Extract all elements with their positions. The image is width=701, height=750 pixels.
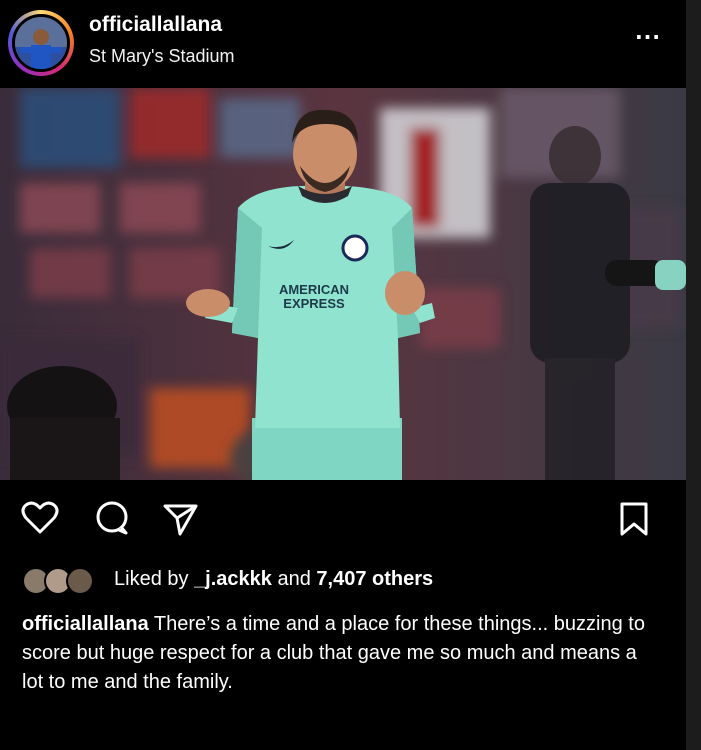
likes-count[interactable]: 7,407 others	[316, 568, 433, 590]
likes-user[interactable]: _j.ackkk	[194, 568, 272, 590]
avatar	[66, 567, 94, 595]
liker-avatars	[22, 566, 104, 596]
likes-middle: and	[271, 568, 317, 590]
share-icon[interactable]	[160, 498, 200, 538]
likes-text: Liked by _j.ackkk and 7,407 others	[114, 568, 433, 591]
post-caption: officiallallana There’s a time and a pla…	[22, 610, 652, 697]
jersey-sponsor-line1: AMERICAN	[279, 282, 349, 297]
comment-icon[interactable]	[92, 498, 132, 538]
jersey-sponsor-line2: EXPRESS	[283, 296, 345, 311]
post-location[interactable]: St Mary's Stadium	[89, 46, 234, 67]
post-actions	[0, 488, 686, 552]
likes-prefix: Liked by	[114, 568, 195, 590]
post-username[interactable]: officiallallana	[89, 13, 222, 37]
caption-username[interactable]: officiallallana	[22, 613, 149, 635]
heart-icon[interactable]	[20, 498, 60, 538]
photo-image: AMERICAN EXPRESS	[0, 88, 686, 480]
bookmark-icon[interactable]	[614, 498, 654, 538]
post-header: officiallallana St Mary's Stadium ⋯	[0, 0, 686, 88]
right-edge-strip	[686, 0, 701, 750]
avatar[interactable]	[12, 14, 70, 72]
more-options-icon[interactable]: ⋯	[628, 23, 668, 56]
avatar-image	[15, 17, 67, 69]
likes-row[interactable]: Liked by _j.ackkk and 7,407 others	[22, 566, 662, 596]
post-photo[interactable]: AMERICAN EXPRESS	[0, 88, 686, 480]
